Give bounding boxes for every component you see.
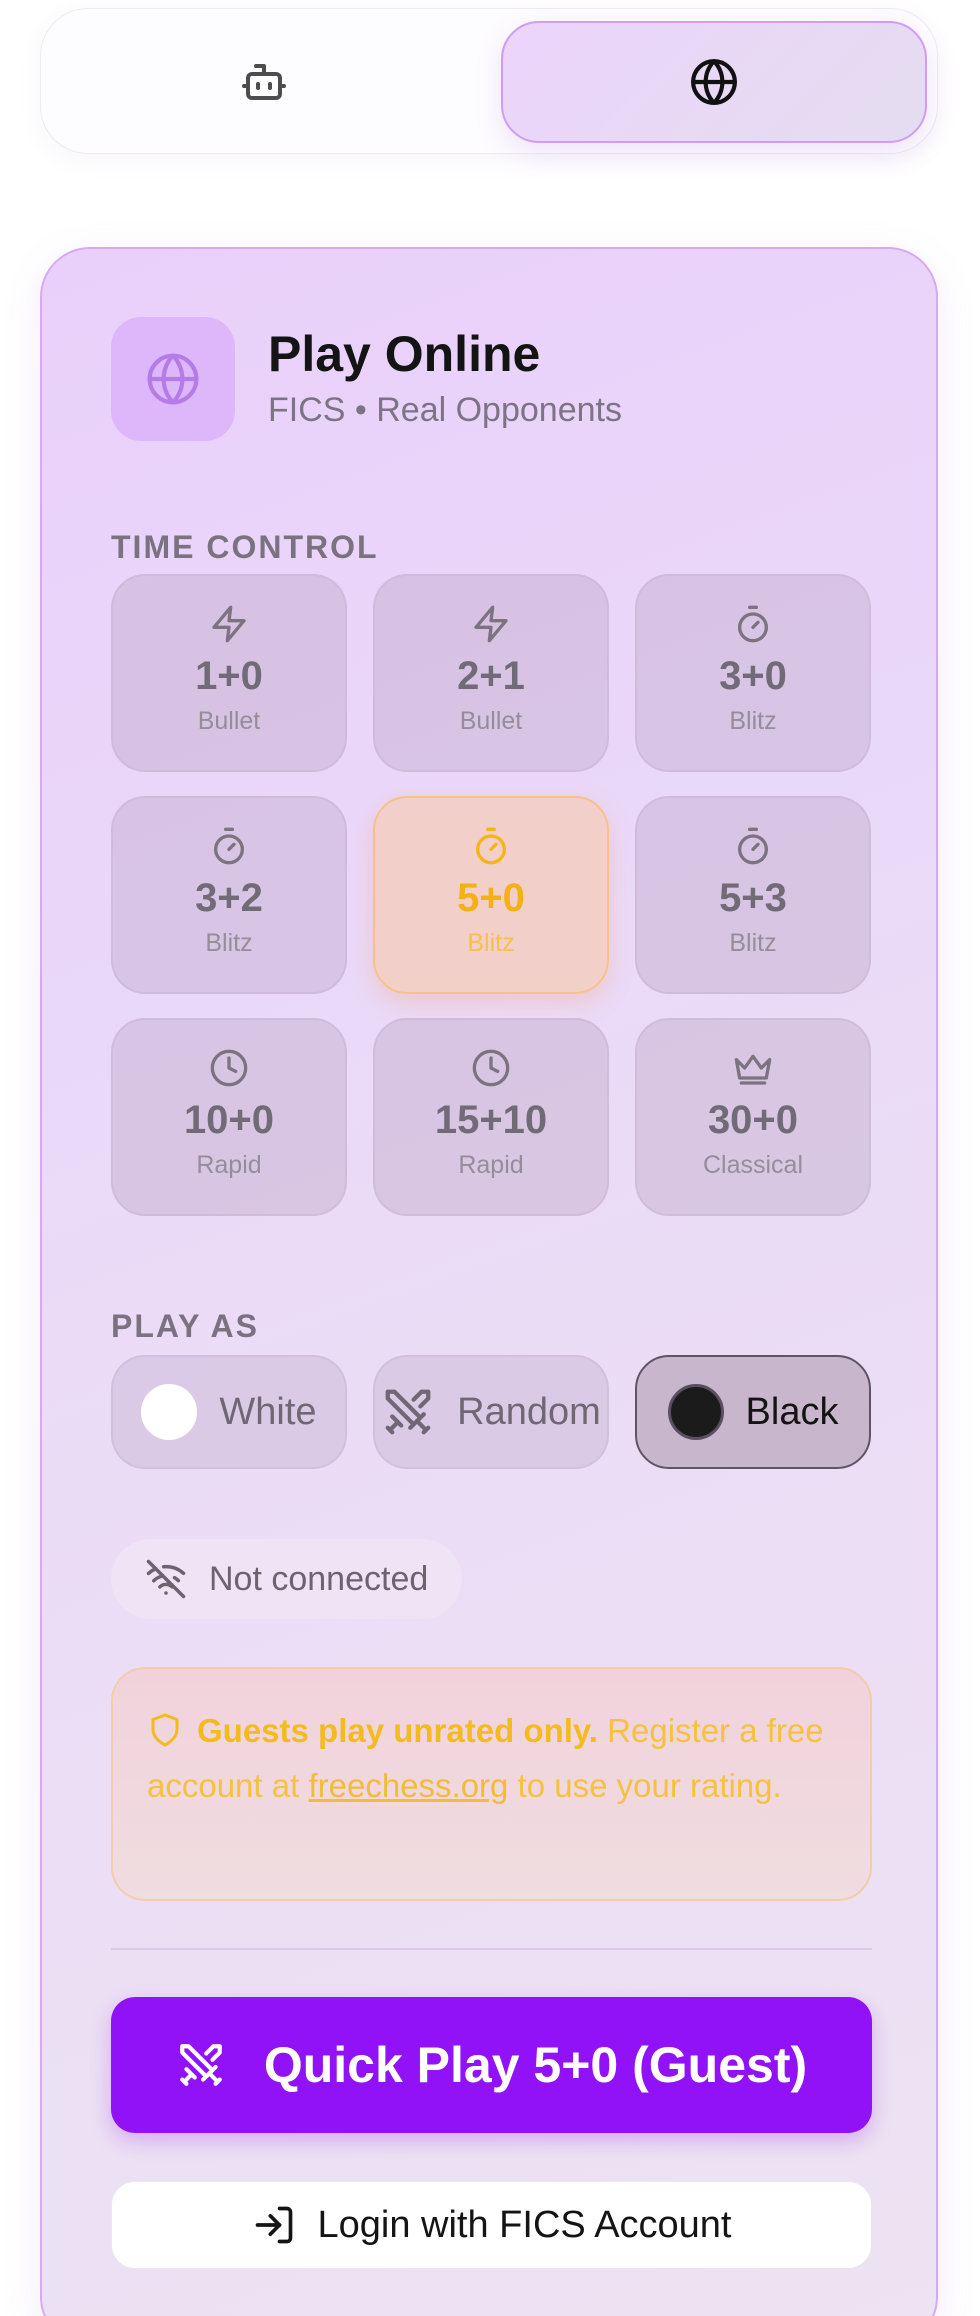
time-control-category: Rapid [196, 1151, 262, 1179]
swords-icon [176, 2040, 226, 2090]
shield-icon [147, 1712, 183, 1748]
time-control-option-selected[interactable]: 5+0 Blitz [373, 796, 609, 994]
guest-notice: Guests play unrated only. Register a fre… [111, 1667, 872, 1901]
time-control-time: 30+0 [707, 1098, 799, 1142]
time-control-option[interactable]: 5+3 Blitz [635, 796, 871, 994]
time-control-category: Rapid [458, 1151, 524, 1179]
timer-icon [733, 826, 773, 866]
time-control-time: 1+0 [195, 654, 263, 698]
play-as-label-random: Random [457, 1390, 601, 1433]
time-control-category: Classical [702, 1151, 804, 1179]
fics-login-label: Login with FICS Account [317, 2203, 732, 2246]
time-control-option[interactable]: 2+1 Bullet [373, 574, 609, 772]
time-control-time: 3+2 [195, 876, 263, 920]
time-control-category: Bullet [459, 707, 523, 735]
white-disc-icon [141, 1384, 198, 1440]
time-control-time: 3+0 [719, 654, 787, 698]
play-as-black-button[interactable]: Black [635, 1355, 871, 1469]
page-subtitle: FICS • Real Opponents [268, 391, 622, 429]
globe-icon [689, 57, 739, 107]
bot-icon [240, 58, 288, 106]
freechess-link[interactable]: freechess.org [308, 1767, 508, 1804]
notice-text-end: to use your rating. [508, 1767, 782, 1804]
zap-icon [471, 604, 511, 644]
play-as-label: PLAY AS [111, 1308, 259, 1344]
timer-icon [733, 604, 773, 644]
log-in-icon [252, 2203, 296, 2247]
wifi-off-icon [145, 1558, 187, 1600]
header-icon-tile [111, 317, 235, 441]
clock-icon [209, 1048, 249, 1088]
play-as-label-black: Black [745, 1390, 839, 1433]
crown-icon [733, 1048, 773, 1088]
time-control-time: 2+1 [457, 654, 525, 698]
time-control-time: 5+0 [457, 876, 525, 920]
notice-bold-text: Guests play unrated only. [197, 1712, 598, 1749]
time-control-category: Blitz [729, 707, 777, 735]
time-control-label: TIME CONTROL [111, 529, 379, 565]
time-control-category: Blitz [467, 929, 515, 957]
connection-status-text: Not connected [209, 1559, 429, 1598]
play-online-card: Play Online FICS • Real Opponents TIME C… [40, 247, 938, 2316]
timer-icon [209, 826, 249, 866]
time-control-option[interactable]: 3+0 Blitz [635, 574, 871, 772]
play-as-options: White Random Black [111, 1355, 872, 1469]
online-mode-button[interactable] [501, 21, 927, 143]
play-as-random-button[interactable]: Random [373, 1355, 609, 1469]
fics-login-button[interactable]: Login with FICS Account [111, 2181, 872, 2269]
mode-switch [40, 8, 938, 154]
time-control-category: Blitz [729, 929, 777, 957]
time-control-grid: 1+0 Bullet 2+1 Bullet 3+0 Blitz 3+2 Blit… [111, 574, 872, 1216]
swords-icon [381, 1385, 435, 1439]
play-as-label-white: White [219, 1390, 317, 1433]
time-control-option[interactable]: 1+0 Bullet [111, 574, 347, 772]
time-control-time: 15+10 [434, 1098, 548, 1142]
divider [111, 1948, 872, 1950]
time-control-time: 5+3 [719, 876, 787, 920]
quick-play-button[interactable]: Quick Play 5+0 (Guest) [111, 1997, 872, 2133]
time-control-time: 10+0 [183, 1098, 275, 1142]
time-control-option[interactable]: 30+0 Classical [635, 1018, 871, 1216]
play-as-white-button[interactable]: White [111, 1355, 347, 1469]
bot-mode-button[interactable] [51, 21, 477, 143]
connection-status: Not connected [111, 1539, 463, 1619]
quick-play-label: Quick Play 5+0 (Guest) [263, 2037, 808, 2093]
time-control-option[interactable]: 3+2 Blitz [111, 796, 347, 994]
time-control-option[interactable]: 15+10 Rapid [373, 1018, 609, 1216]
clock-icon [471, 1048, 511, 1088]
zap-icon [209, 604, 249, 644]
time-control-category: Bullet [197, 707, 261, 735]
black-disc-icon [667, 1384, 724, 1440]
globe-icon [145, 351, 201, 407]
timer-icon [471, 826, 511, 866]
time-control-category: Blitz [205, 929, 253, 957]
page-title: Play Online [268, 326, 541, 382]
time-control-option[interactable]: 10+0 Rapid [111, 1018, 347, 1216]
